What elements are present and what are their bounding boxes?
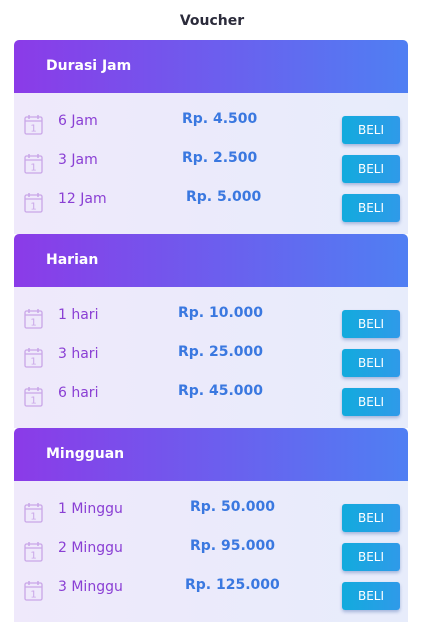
- buy-button[interactable]: BELI: [342, 504, 400, 532]
- list-item: 1 3 Minggu Rp. 125.000 BELI: [14, 570, 408, 610]
- section-header: Harian: [14, 234, 408, 287]
- section-body: 1 1 hari Rp. 10.000 BELI 1 3 hari Rp. 25…: [14, 287, 408, 428]
- calendar-icon: 1: [24, 192, 43, 213]
- price-label: Rp. 2.500: [182, 150, 258, 166]
- section-durasi-jam: Durasi Jam 1 6 Jam Rp. 4.500 BELI 1 3 Ja…: [14, 40, 408, 234]
- list-item: 1 12 Jam Rp. 5.000 BELI: [14, 182, 408, 222]
- svg-text:1: 1: [30, 163, 36, 174]
- calendar-icon: 1: [24, 502, 43, 523]
- price-label: Rp. 50.000: [190, 499, 276, 515]
- calendar-icon: 1: [24, 580, 43, 601]
- duration-label: 3 Minggu: [58, 579, 123, 595]
- svg-text:1: 1: [30, 357, 36, 368]
- duration-label: 6 Jam: [58, 113, 98, 129]
- list-item: 1 1 Minggu Rp. 50.000 BELI: [14, 492, 408, 532]
- svg-text:1: 1: [30, 124, 36, 135]
- duration-label: 6 hari: [58, 385, 99, 401]
- section-mingguan: Mingguan 1 1 Minggu Rp. 50.000 BELI 1 2 …: [14, 428, 408, 622]
- duration-label: 3 hari: [58, 346, 99, 362]
- buy-button[interactable]: BELI: [342, 582, 400, 610]
- page-title: Voucher: [179, 13, 245, 29]
- buy-button[interactable]: BELI: [342, 543, 400, 571]
- svg-text:1: 1: [30, 202, 36, 213]
- price-label: Rp. 10.000: [178, 305, 264, 321]
- svg-text:1: 1: [30, 551, 36, 562]
- section-body: 1 1 Minggu Rp. 50.000 BELI 1 2 Minggu Rp…: [14, 481, 408, 622]
- list-item: 1 3 hari Rp. 25.000 BELI: [14, 337, 408, 377]
- price-label: Rp. 125.000: [185, 577, 280, 593]
- calendar-icon: 1: [24, 541, 43, 562]
- calendar-icon: 1: [24, 153, 43, 174]
- duration-label: 12 Jam: [58, 191, 107, 207]
- section-harian: Harian 1 1 hari Rp. 10.000 BELI 1 3 hari…: [14, 234, 408, 428]
- svg-text:1: 1: [30, 512, 36, 523]
- buy-button[interactable]: BELI: [342, 388, 400, 416]
- duration-label: 2 Minggu: [58, 540, 123, 556]
- calendar-icon: 1: [24, 308, 43, 329]
- buy-button[interactable]: BELI: [342, 155, 400, 183]
- list-item: 1 6 hari Rp. 45.000 BELI: [14, 376, 408, 416]
- buy-button[interactable]: BELI: [342, 310, 400, 338]
- buy-button[interactable]: BELI: [342, 349, 400, 377]
- svg-text:1: 1: [30, 318, 36, 329]
- buy-button[interactable]: BELI: [342, 116, 400, 144]
- section-header: Durasi Jam: [14, 40, 408, 93]
- calendar-icon: 1: [24, 114, 43, 135]
- list-item: 1 6 Jam Rp. 4.500 BELI: [14, 104, 408, 144]
- price-label: Rp. 25.000: [178, 344, 264, 360]
- section-body: 1 6 Jam Rp. 4.500 BELI 1 3 Jam Rp. 2.500…: [14, 93, 408, 234]
- price-label: Rp. 45.000: [178, 383, 264, 399]
- calendar-icon: 1: [24, 347, 43, 368]
- duration-label: 1 Minggu: [58, 501, 123, 517]
- list-item: 1 3 Jam Rp. 2.500 BELI: [14, 143, 408, 183]
- duration-label: 1 hari: [58, 307, 99, 323]
- section-header: Mingguan: [14, 428, 408, 481]
- price-label: Rp. 5.000: [186, 189, 262, 205]
- svg-text:1: 1: [30, 396, 36, 407]
- price-label: Rp. 4.500: [182, 111, 258, 127]
- duration-label: 3 Jam: [58, 152, 98, 168]
- svg-text:1: 1: [30, 590, 36, 601]
- price-label: Rp. 95.000: [190, 538, 276, 554]
- list-item: 1 2 Minggu Rp. 95.000 BELI: [14, 531, 408, 571]
- calendar-icon: 1: [24, 386, 43, 407]
- buy-button[interactable]: BELI: [342, 194, 400, 222]
- list-item: 1 1 hari Rp. 10.000 BELI: [14, 298, 408, 338]
